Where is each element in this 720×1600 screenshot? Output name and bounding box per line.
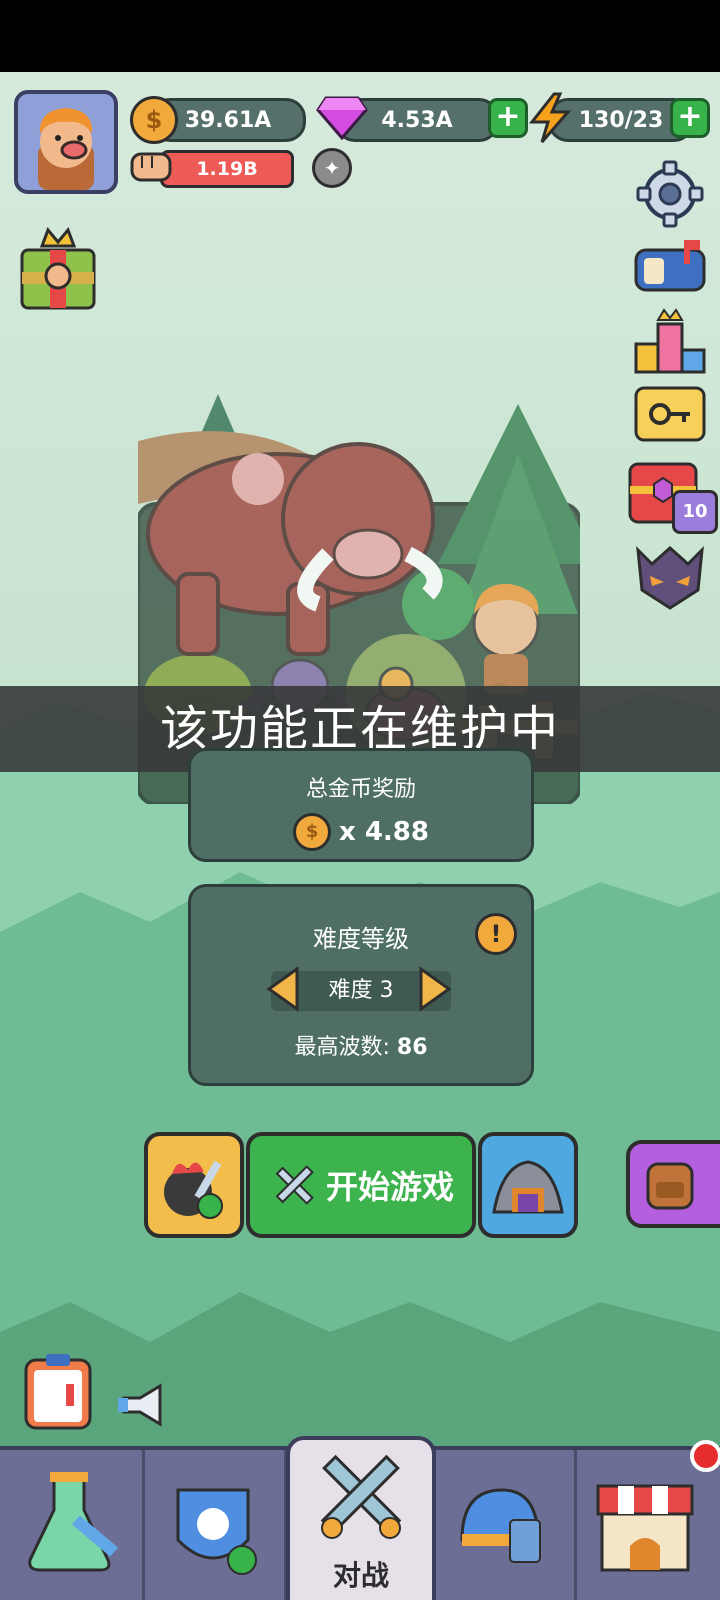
add-energy-button[interactable]: + (670, 98, 710, 138)
max-wave-label: 最高波数: (294, 1035, 390, 1060)
power-value: 1.19B (196, 158, 258, 180)
gold-value: 39.61A (184, 107, 272, 133)
key-ticket-icon[interactable] (632, 384, 708, 444)
nav-battle-label: 对战 (332, 1559, 389, 1592)
reward-value: x 4.88 (339, 817, 429, 847)
boss-fight-icon (164, 1160, 223, 1219)
coin-icon: $ (293, 813, 331, 851)
game-screen: 39.61A $ 4.53A + 130/23 + 1.19B ✦ 10 该功能… (0, 72, 720, 1600)
difficulty-prev-arrow-icon[interactable] (265, 965, 301, 1013)
announcement-megaphone-icon[interactable] (116, 1382, 170, 1428)
lightning-icon (528, 92, 572, 143)
helmet-cards-icon (460, 1488, 541, 1563)
settings-gear-icon[interactable] (636, 160, 704, 228)
vip-gift-icon[interactable] (18, 224, 98, 312)
bottom-nav: 对战 (0, 1436, 720, 1600)
hero-shield-icon (176, 1488, 257, 1575)
power-info-button[interactable]: ✦ (312, 148, 352, 188)
fist-icon (130, 152, 172, 182)
max-wave: 最高波数: 86 (191, 1029, 531, 1061)
nav-lab[interactable] (0, 1450, 145, 1600)
status-bar (0, 0, 720, 72)
reward-title: 总金币奖励 (305, 777, 416, 802)
quest-clipboard-icon[interactable] (22, 1352, 94, 1432)
difficulty-panel: 难度等级 ! 难度 3 最高波数: 86 (188, 884, 534, 1086)
add-gems-button[interactable]: + (488, 98, 528, 138)
potion-lab-icon (28, 1472, 119, 1572)
chest-count-badge: 10 (672, 490, 718, 534)
shop-store-icon (596, 1484, 694, 1572)
mailbox-icon[interactable] (632, 236, 708, 296)
max-wave-value: 86 (396, 1035, 428, 1060)
player-avatar[interactable] (14, 90, 118, 194)
shop-notification-dot (690, 1440, 720, 1472)
cave-portal-icon (492, 1160, 564, 1214)
battle-swords-icon (320, 1454, 402, 1539)
backpack-icon (646, 1162, 694, 1210)
difficulty-info-icon[interactable]: ! (475, 913, 517, 955)
difficulty-current: 难度 3 (328, 978, 394, 1003)
reward-panel: 总金币奖励 $ x 4.88 (188, 748, 534, 862)
crossed-swords-icon (275, 1165, 314, 1205)
power-ribbon: 1.19B (160, 150, 294, 188)
chest-count-value: 10 (682, 501, 708, 522)
difficulty-next-arrow-icon[interactable] (417, 965, 453, 1013)
nav-hero[interactable] (142, 1450, 287, 1600)
gem-value: 4.53A (381, 107, 453, 133)
cave-button[interactable] (478, 1132, 578, 1238)
demon-mask-icon[interactable] (634, 542, 706, 612)
treasure-chest-button[interactable]: 10 (626, 456, 718, 536)
gold-coin-icon: $ (130, 96, 178, 144)
reward-row: $ x 4.88 (191, 813, 531, 851)
leaderboard-icon[interactable] (634, 308, 706, 376)
start-game-button[interactable]: 开始游戏 (246, 1132, 476, 1238)
auto-battle-button[interactable] (144, 1132, 244, 1238)
nav-equipment[interactable] (432, 1450, 577, 1600)
energy-value: 130/23 (578, 107, 664, 133)
start-game-label: 开始游戏 (325, 1168, 454, 1206)
caveman-avatar-icon (38, 108, 94, 190)
backpack-button[interactable] (626, 1140, 720, 1228)
gem-icon (316, 96, 368, 140)
nav-shop[interactable] (574, 1450, 716, 1600)
nav-battle[interactable]: 对战 (286, 1436, 436, 1600)
